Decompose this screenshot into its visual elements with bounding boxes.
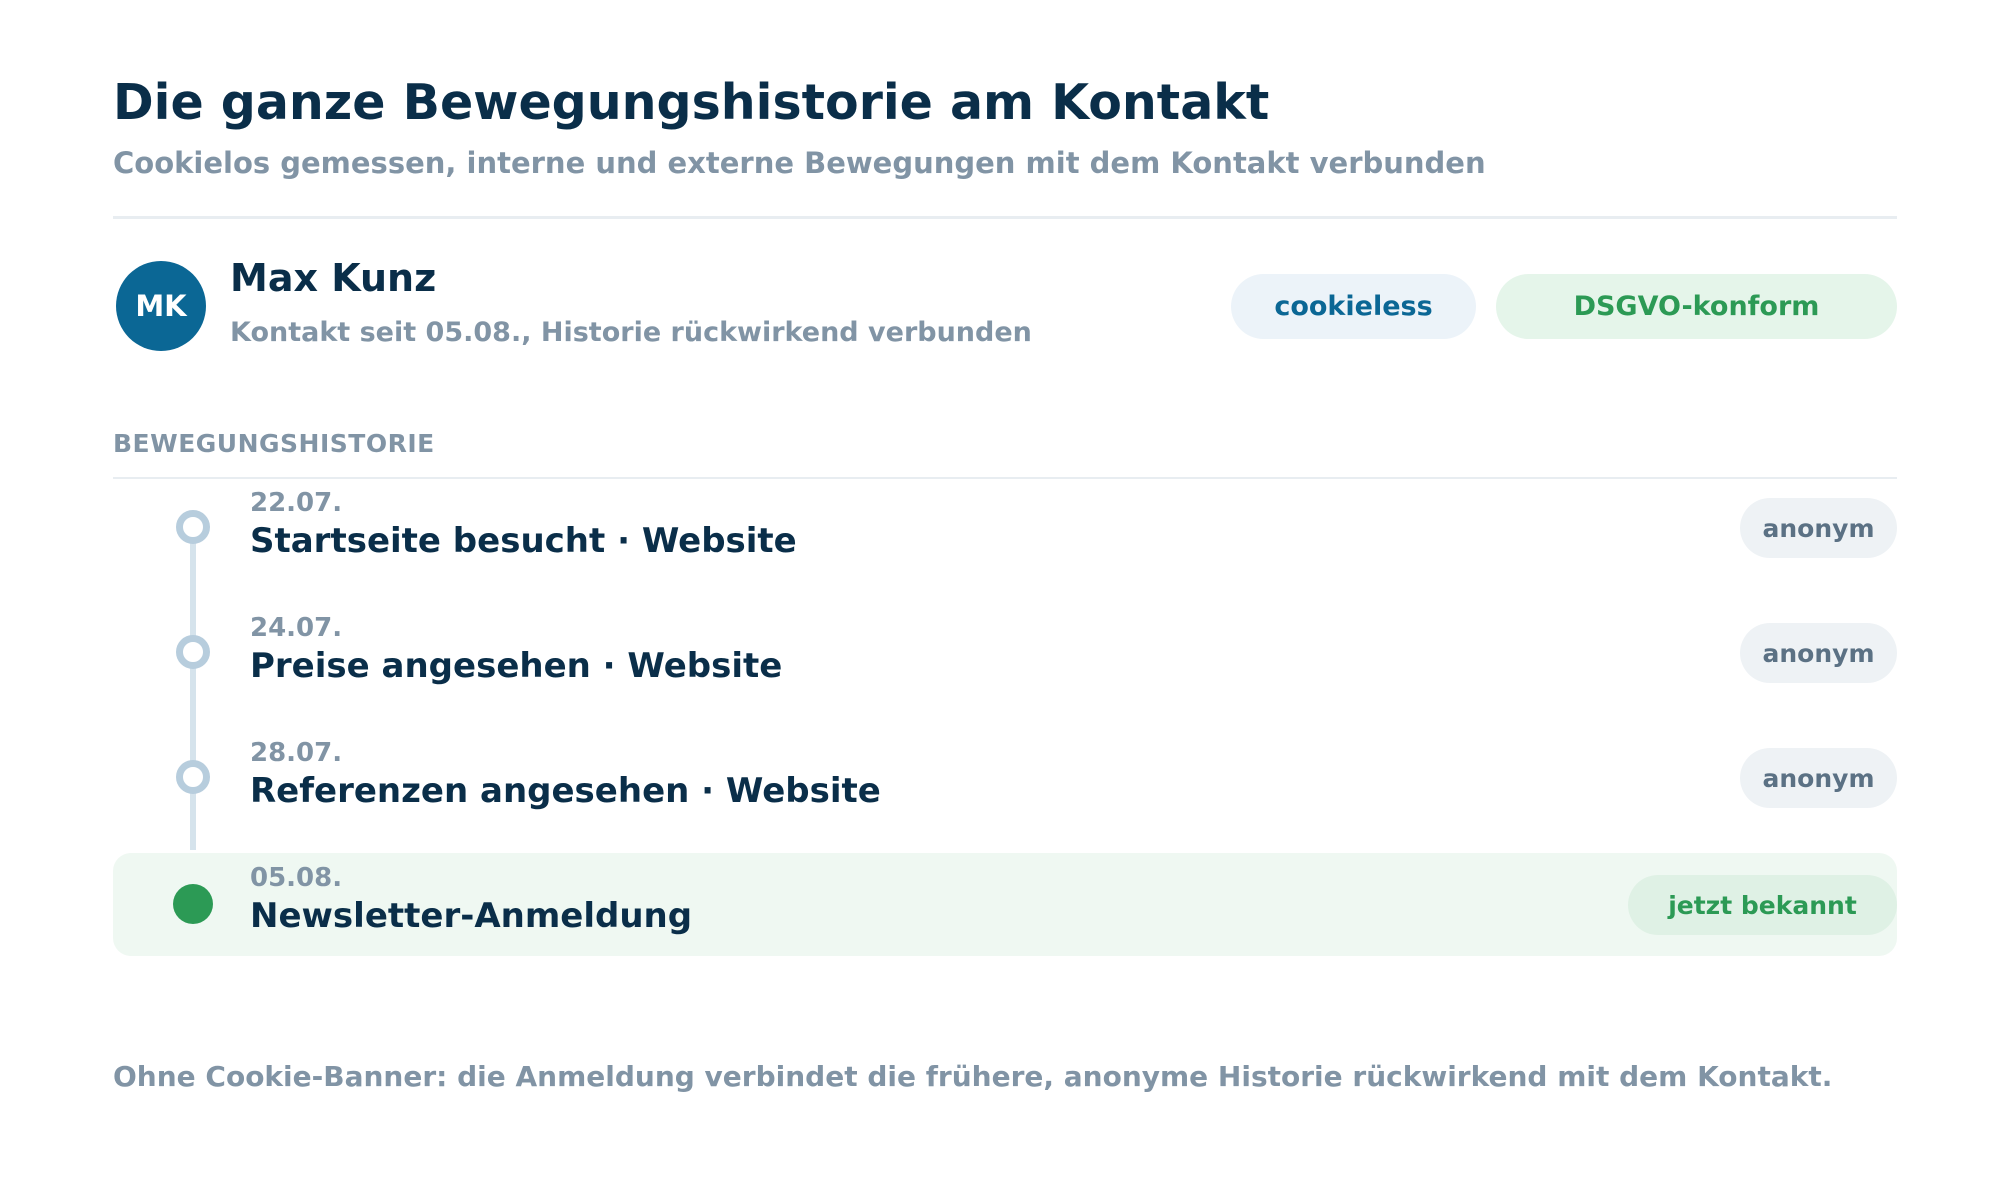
status-badge: anonym	[1740, 623, 1897, 683]
event-date: 05.08.	[250, 863, 343, 893]
status-badge: jetzt bekannt	[1628, 875, 1897, 935]
event-title: Preise angesehen · Website	[250, 646, 783, 686]
timeline-event: 28.07. Referenzen angesehen · Website an…	[113, 728, 1897, 831]
timeline-event-current: 05.08. Newsletter-Anmeldung jetzt bekann…	[113, 853, 1897, 956]
event-title: Newsletter-Anmeldung	[250, 896, 693, 936]
hollow-circle-icon	[176, 635, 210, 669]
timeline-event: 22.07. Startseite besucht · Website anon…	[113, 478, 1897, 581]
event-title: Startseite besucht · Website	[250, 521, 797, 561]
event-title: Referenzen angesehen · Website	[250, 771, 881, 811]
footer-note: Ohne Cookie-Banner: die Anmeldung verbin…	[113, 1060, 1833, 1093]
event-date: 28.07.	[250, 738, 343, 768]
status-badge: anonym	[1740, 498, 1897, 558]
avatar: MK	[116, 261, 206, 351]
filled-circle-icon	[173, 884, 213, 924]
event-date: 24.07.	[250, 613, 343, 643]
dsgvo-badge: DSGVO-konform	[1496, 274, 1897, 339]
page-title: Die ganze Bewegungshistorie am Kontakt	[113, 74, 1270, 131]
hollow-circle-icon	[176, 760, 210, 794]
cookieless-badge: cookieless	[1231, 274, 1476, 339]
hollow-circle-icon	[176, 510, 210, 544]
section-label: BEWEGUNGSHISTORIE	[113, 429, 435, 458]
contact-name: Max Kunz	[230, 256, 437, 300]
page-subtitle: Cookielos gemessen, interne und externe …	[113, 146, 1486, 180]
event-date: 22.07.	[250, 488, 343, 518]
header-divider	[113, 216, 1897, 219]
contact-history-panel: Die ganze Bewegungshistorie am Kontakt C…	[0, 0, 2000, 1200]
timeline-event: 24.07. Preise angesehen · Website anonym	[113, 603, 1897, 706]
status-badge: anonym	[1740, 748, 1897, 808]
contact-meta: Kontakt seit 05.08., Historie rückwirken…	[230, 317, 1032, 348]
